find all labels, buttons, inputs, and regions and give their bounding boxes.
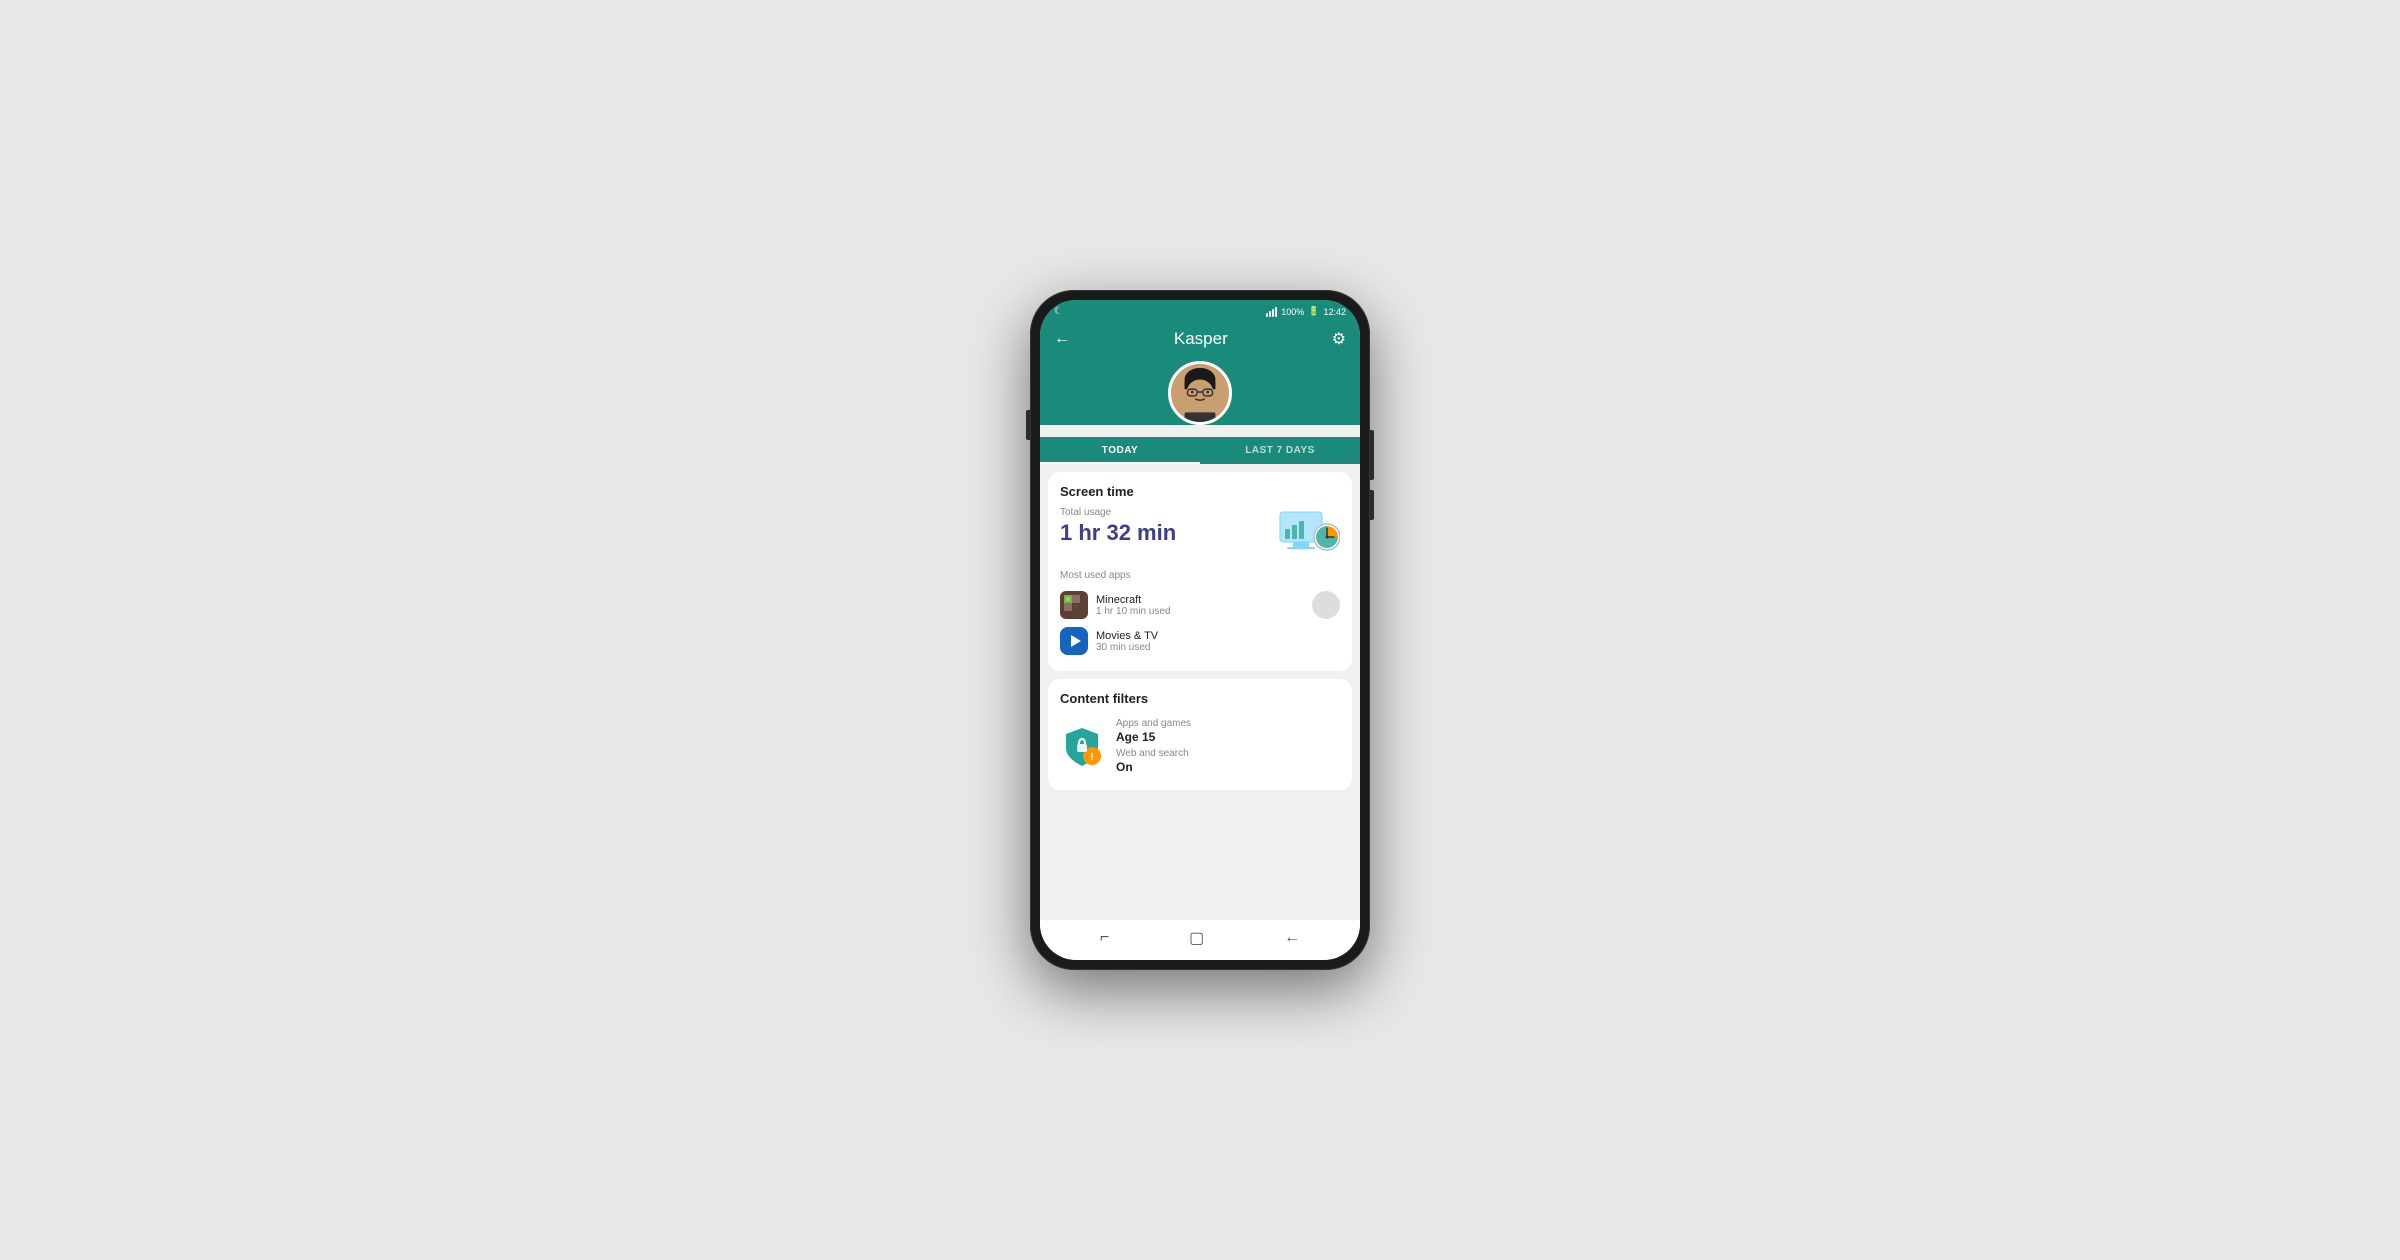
total-usage-label: Total usage [1060,507,1176,518]
tab-last7days[interactable]: LAST 7 DAYS [1200,437,1360,464]
power-button [1370,430,1374,480]
phone-frame: ☾ 100% 🔋 12:42 ← Kasper ⚙ [1030,290,1370,970]
minecraft-toggle[interactable] [1312,591,1340,619]
tab-today[interactable]: TODAY [1040,437,1200,464]
filter-info: Apps and games Age 15 Web and search On [1116,718,1191,774]
movies-info: Movies & TV 30 min used [1096,630,1340,653]
apps-games-label: Apps and games [1116,718,1191,729]
settings-button[interactable]: ⚙ [1332,329,1346,349]
web-search-value: On [1116,760,1191,774]
time-label: 12:42 [1323,307,1346,317]
minecraft-info: Minecraft 1 hr 10 min used [1096,594,1312,617]
bottom-nav: ⌐ ▢ ← [1040,919,1360,960]
recents-button[interactable]: ⌐ [1100,929,1109,947]
app-item-minecraft[interactable]: Minecraft 1 hr 10 min used [1060,587,1340,623]
status-bar: ☾ 100% 🔋 12:42 [1040,300,1360,321]
clock-illustration [1275,507,1340,562]
content-filters-card[interactable]: Content filters ! [1048,679,1352,790]
app-item-movies[interactable]: Movies & TV 30 min used [1060,623,1340,659]
movies-time: 30 min used [1096,642,1340,653]
page-title: Kasper [1174,329,1228,349]
minecraft-icon [1060,591,1088,619]
screen-time-title: Screen time [1060,484,1340,499]
home-button[interactable]: ▢ [1189,928,1204,948]
minecraft-name: Minecraft [1096,594,1312,606]
minecraft-time: 1 hr 10 min used [1096,606,1312,617]
filter-item: ! Apps and games Age 15 Web and search O… [1060,714,1340,778]
back-nav-button[interactable]: ← [1284,929,1300,947]
web-search-label: Web and search [1116,748,1191,759]
main-content: Screen time Total usage 1 hr 32 min [1040,464,1360,919]
avatar [1168,361,1232,425]
back-button[interactable]: ← [1054,330,1070,348]
screen-time-card: Screen time Total usage 1 hr 32 min [1048,472,1352,671]
tabs: TODAY LAST 7 DAYS [1040,437,1360,464]
movies-name: Movies & TV [1096,630,1340,642]
most-used-label: Most used apps [1060,570,1340,581]
total-usage-value: 1 hr 32 min [1060,520,1176,546]
apps-games-value: Age 15 [1116,730,1191,744]
volume-button [1026,410,1030,440]
bixby-button [1370,490,1374,520]
content-filters-title: Content filters [1060,691,1340,706]
profile-section [1040,349,1360,425]
header: ← Kasper ⚙ [1040,321,1360,349]
svg-text:!: ! [1090,752,1093,763]
movies-icon [1060,627,1088,655]
moon-icon: ☾ [1054,306,1063,317]
shield-icon: ! [1060,724,1104,768]
battery-label: 100% [1281,307,1304,317]
battery-icon: 🔋 [1308,306,1319,317]
avatar-image [1171,363,1229,423]
phone-screen: ☾ 100% 🔋 12:42 ← Kasper ⚙ [1040,300,1360,960]
signal-icon [1266,307,1277,317]
